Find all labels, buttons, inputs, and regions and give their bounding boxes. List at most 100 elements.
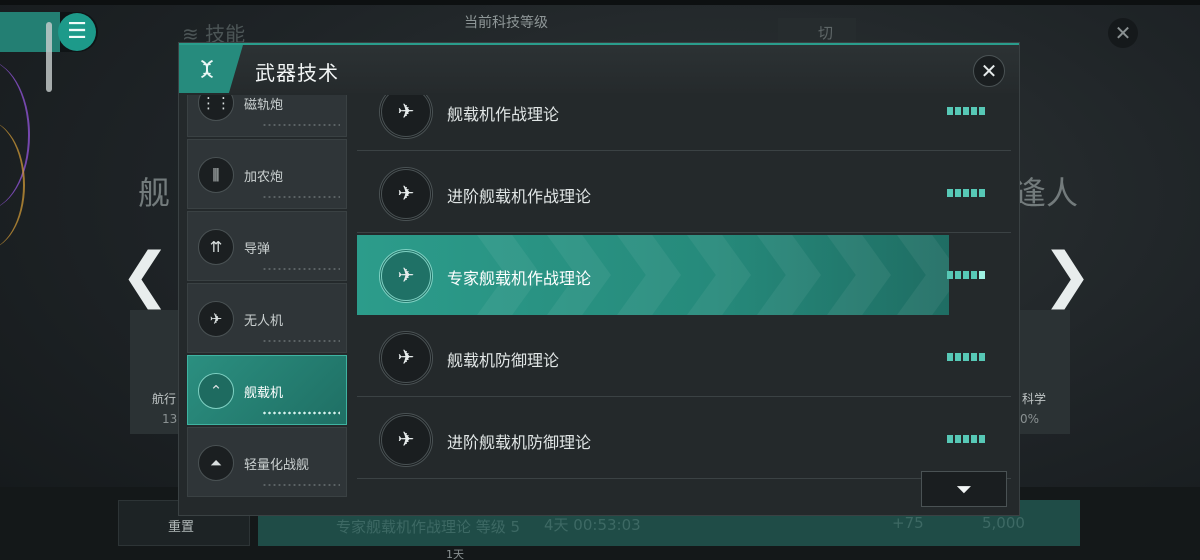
category-item[interactable]: ✈ 无人机 bbox=[187, 283, 347, 353]
weapon-tech-dialog: 武器技术 ✕ ⋮⋮ 磁轨炮 ⫼ 加农炮 ⇈ 导弹 ✈ 无人机 ⌃ 舰载机 ⏶ 轻量化战舰 ✈ 舰载机作战… bbox=[178, 42, 1020, 516]
category-label: 轻量化战舰 bbox=[244, 458, 310, 473]
progress-dots bbox=[262, 338, 340, 344]
chevron-decor bbox=[897, 235, 949, 315]
tech-item[interactable]: ✈ 舰载机防御理论 bbox=[357, 317, 1011, 397]
tech-list[interactable]: ✈ 舰载机作战理论 ✈ 进阶舰载机作战理论 ✈ 专家舰载机作战理论 ✈ 舰载机防御理论 ✈ 进阶舰… bbox=[357, 95, 1011, 513]
level-segment bbox=[971, 353, 977, 361]
ship-name-right: 逢人 bbox=[1014, 174, 1079, 212]
reset-label: 重置 bbox=[168, 520, 195, 535]
tech-name: 舰载机防御理论 bbox=[447, 351, 560, 370]
carrier-aircraft-icon: ⌃ bbox=[198, 373, 234, 409]
research-status-text: 专家舰载机作战理论 等级 5 bbox=[336, 518, 521, 536]
progress-dots bbox=[262, 410, 340, 416]
category-item[interactable]: ⇈ 导弹 bbox=[187, 211, 347, 281]
close-icon[interactable]: ✕ bbox=[1108, 18, 1138, 48]
side-scrollbar[interactable] bbox=[46, 22, 52, 92]
level-segment bbox=[979, 435, 985, 443]
chevron-decor bbox=[827, 235, 891, 315]
level-segment bbox=[947, 189, 953, 197]
railgun-icon: ⋮⋮ bbox=[198, 95, 234, 121]
tech-name: 专家舰载机作战理论 bbox=[447, 269, 592, 288]
list-icon[interactable]: ☰ bbox=[58, 13, 96, 51]
skill-card-left-value: 13 bbox=[162, 412, 178, 426]
chevron-decor bbox=[617, 235, 681, 315]
filter-button[interactable]: ⏷ bbox=[921, 471, 1007, 507]
category-label: 无人机 bbox=[244, 314, 284, 329]
tech-item[interactable]: ✈ 进阶舰载机防御理论 bbox=[357, 399, 1011, 479]
top-bar bbox=[0, 0, 1200, 5]
chevron-decor bbox=[687, 235, 751, 315]
level-segment bbox=[955, 107, 961, 115]
tech-item[interactable]: ✈ 舰载机作战理论 bbox=[357, 95, 1011, 151]
category-label: 舰载机 bbox=[244, 386, 284, 401]
tech-name: 舰载机作战理论 bbox=[447, 105, 560, 124]
level-segment bbox=[963, 107, 969, 115]
level-segment bbox=[955, 435, 961, 443]
tech-name: 进阶舰载机作战理论 bbox=[447, 187, 592, 206]
category-item[interactable]: ⏶ 轻量化战舰 bbox=[187, 427, 347, 497]
level-segment bbox=[971, 271, 977, 279]
category-item[interactable]: ⋮⋮ 磁轨炮 bbox=[187, 95, 347, 137]
tech-level-bars bbox=[947, 189, 985, 197]
level-segment bbox=[971, 435, 977, 443]
level-segment bbox=[971, 189, 977, 197]
level-segment bbox=[955, 189, 961, 197]
tech-level-bars bbox=[947, 435, 985, 443]
category-label: 加农炮 bbox=[244, 170, 284, 185]
research-timer: 4天 00:53:03 bbox=[544, 516, 641, 534]
tech-name: 进阶舰载机防御理论 bbox=[447, 433, 592, 452]
level-segment bbox=[971, 107, 977, 115]
tech-level-bars bbox=[947, 353, 985, 361]
chevron-right-icon[interactable]: ❯ bbox=[1042, 245, 1092, 305]
tech-level-bars bbox=[947, 107, 985, 115]
skill-card-right-value: 0% bbox=[1020, 412, 1040, 426]
aircraft-icon: ✈ bbox=[379, 249, 433, 303]
level-segment bbox=[947, 435, 953, 443]
ship-name-left: 舰 bbox=[138, 174, 171, 212]
dna-icon bbox=[179, 45, 243, 93]
dialog-title: 武器技术 bbox=[255, 61, 339, 85]
level-segment bbox=[963, 189, 969, 197]
level-segment bbox=[955, 271, 961, 279]
drone-icon: ✈ bbox=[198, 301, 234, 337]
day-label: 1天 bbox=[446, 548, 464, 560]
category-label: 导弹 bbox=[244, 242, 271, 257]
tech-level-bars bbox=[947, 271, 985, 279]
tech-item[interactable]: ✈ 专家舰载机作战理论 bbox=[357, 235, 949, 315]
level-segment bbox=[963, 271, 969, 279]
level-segment bbox=[979, 353, 985, 361]
category-list[interactable]: ⋮⋮ 磁轨炮 ⫼ 加农炮 ⇈ 导弹 ✈ 无人机 ⌃ 舰载机 ⏶ 轻量化战舰 bbox=[187, 95, 347, 513]
light-warship-icon: ⏶ bbox=[198, 445, 234, 481]
category-item[interactable]: ⌃ 舰载机 bbox=[187, 355, 347, 425]
aircraft-icon: ✈ bbox=[379, 331, 433, 385]
chevron-decor bbox=[757, 235, 821, 315]
aircraft-icon: ✈ bbox=[379, 95, 433, 139]
level-segment bbox=[979, 189, 985, 197]
dna-icon-graphic bbox=[201, 59, 213, 79]
tech-level-label: 当前科技等级 bbox=[464, 15, 548, 31]
aircraft-icon: ✈ bbox=[379, 413, 433, 467]
category-item[interactable]: ⫼ 加农炮 bbox=[187, 139, 347, 209]
research-bonus: +75 bbox=[892, 514, 924, 532]
aircraft-icon: ✈ bbox=[379, 167, 433, 221]
progress-dots bbox=[262, 122, 340, 128]
skill-card-right-title: 科学 bbox=[1022, 392, 1047, 406]
level-segment bbox=[947, 107, 953, 115]
level-segment bbox=[963, 435, 969, 443]
filter-icon: ⏷ bbox=[956, 477, 972, 501]
level-segment bbox=[947, 353, 953, 361]
progress-dots bbox=[262, 266, 340, 272]
level-segment bbox=[947, 271, 953, 279]
chevron-left-icon[interactable]: ❮ bbox=[120, 245, 170, 305]
missile-icon: ⇈ bbox=[198, 229, 234, 265]
category-label: 磁轨炮 bbox=[244, 98, 284, 113]
tech-item[interactable]: ✈ 进阶舰载机作战理论 bbox=[357, 153, 1011, 233]
cannon-icon: ⫼ bbox=[198, 157, 234, 193]
level-segment bbox=[979, 107, 985, 115]
dialog-header: 武器技术 ✕ bbox=[179, 43, 1019, 93]
close-icon[interactable]: ✕ bbox=[973, 55, 1005, 87]
research-cost: 5,000 bbox=[982, 514, 1025, 532]
level-segment bbox=[979, 271, 985, 279]
level-segment bbox=[955, 353, 961, 361]
progress-dots bbox=[262, 482, 340, 488]
